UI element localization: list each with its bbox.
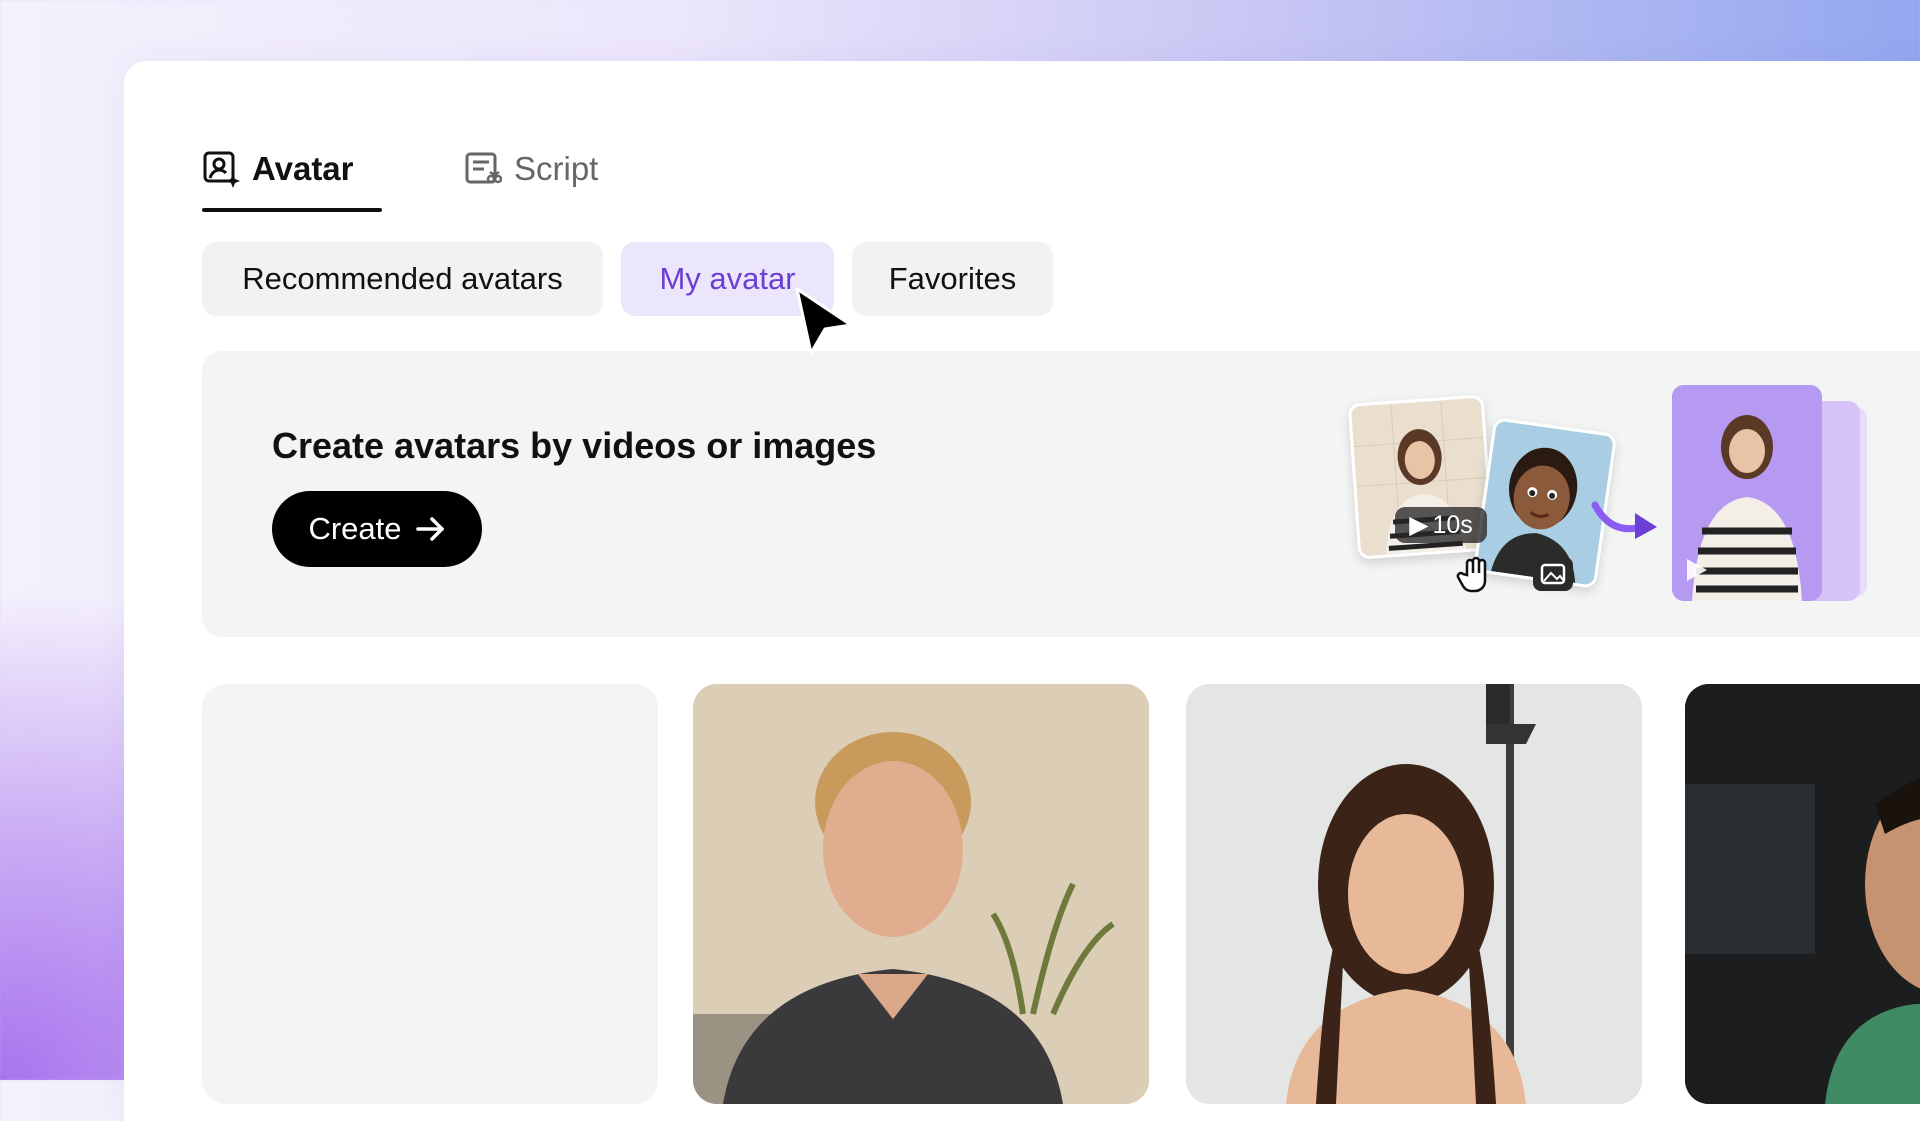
curved-arrow-icon [1591, 501, 1657, 539]
avatar-icon [203, 151, 240, 188]
create-illustration: ▶ 10s [1345, 385, 1867, 615]
tab-script[interactable]: Script [464, 130, 598, 208]
create-button[interactable]: Create [272, 491, 482, 567]
avatar-tile[interactable] [693, 684, 1149, 1104]
avatar-tile[interactable] [1685, 684, 1920, 1104]
play-icon [1687, 559, 1707, 581]
avatar-tile-empty[interactable] [202, 684, 658, 1104]
create-button-label: Create [308, 511, 402, 546]
banner-title: Create avatars by videos or images [272, 425, 877, 466]
woman-avatar-image [1186, 684, 1642, 1104]
arrow-right-icon [415, 517, 444, 541]
man-in-car-avatar-image [1685, 684, 1920, 1104]
image-icon [1540, 563, 1566, 585]
video-duration: 10s [1432, 510, 1473, 539]
subtab-recommended-avatars[interactable]: Recommended avatars [202, 242, 603, 316]
mouse-cursor-icon [795, 287, 853, 355]
video-duration-badge: ▶ 10s [1395, 507, 1487, 543]
tab-avatar[interactable]: Avatar [202, 130, 382, 212]
tab-script-label: Script [514, 150, 599, 187]
subtab-favorites[interactable]: Favorites [852, 242, 1053, 316]
avatar-tile[interactable] [1186, 684, 1642, 1104]
tab-avatar-label: Avatar [252, 150, 354, 187]
image-badge [1533, 557, 1573, 591]
play-icon: ▶ [1409, 511, 1429, 539]
man-avatar-image [693, 684, 1149, 1104]
script-icon [465, 152, 502, 184]
hand-cursor-icon [1456, 556, 1487, 593]
